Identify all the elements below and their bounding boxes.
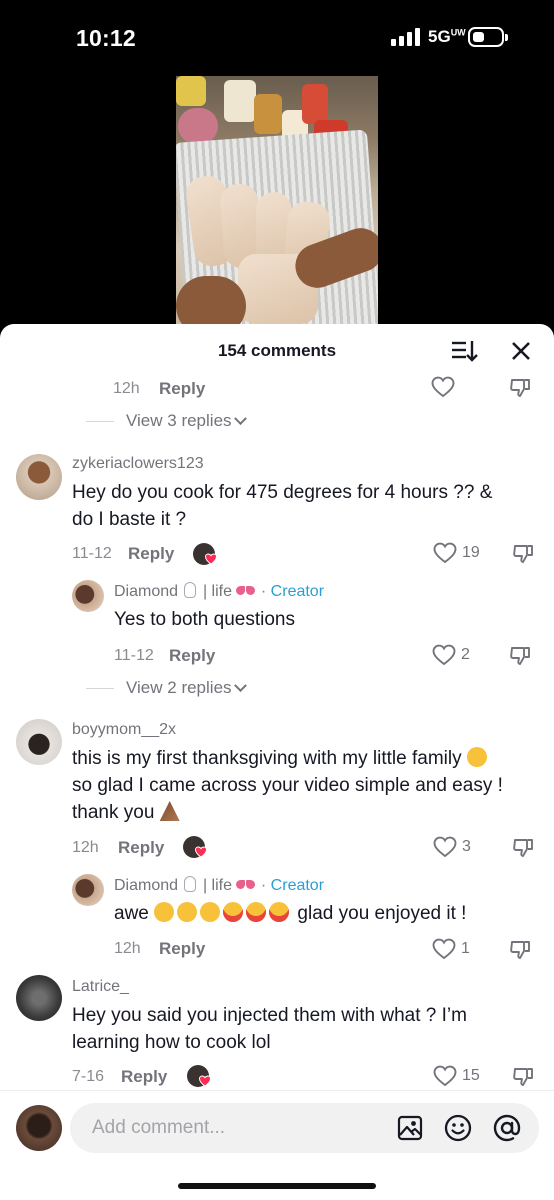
dislike-icon[interactable] bbox=[512, 1066, 534, 1088]
reply-button[interactable]: Reply bbox=[169, 646, 215, 666]
like-button[interactable]: 19 bbox=[433, 542, 480, 564]
video-preview[interactable] bbox=[176, 76, 378, 326]
creator-badge: · Creator bbox=[260, 877, 325, 894]
heart-filled-icon bbox=[205, 553, 217, 565]
chevron-down-icon bbox=[233, 411, 247, 425]
heart-outline-icon bbox=[433, 836, 457, 858]
sort-icon[interactable] bbox=[450, 338, 478, 364]
reply-button[interactable]: Reply bbox=[118, 838, 164, 858]
reply-author[interactable]: Diamond | life · Creator bbox=[114, 876, 324, 895]
dislike-icon[interactable] bbox=[509, 939, 531, 961]
heart-outline-icon[interactable] bbox=[431, 376, 455, 398]
heart-filled-icon bbox=[199, 1075, 211, 1087]
comment-username[interactable]: zykeriaclowers123 bbox=[72, 455, 204, 473]
pleading-face-emoji-icon bbox=[154, 902, 175, 922]
status-time: 10:12 bbox=[76, 25, 136, 51]
chevron-down-icon bbox=[233, 678, 247, 692]
creator-avatar[interactable] bbox=[72, 580, 104, 612]
signal-icon bbox=[391, 28, 421, 46]
like-button[interactable]: 15 bbox=[433, 1065, 480, 1087]
user-avatar[interactable] bbox=[16, 1105, 62, 1151]
close-icon[interactable] bbox=[507, 337, 535, 365]
weary-face-emoji-icon bbox=[466, 747, 487, 767]
heart-outline-icon bbox=[432, 938, 456, 960]
heart-outline-icon bbox=[433, 1065, 457, 1087]
avatar[interactable] bbox=[16, 719, 62, 765]
avatar[interactable] bbox=[16, 975, 62, 1021]
comment-composer: Add comment... bbox=[0, 1090, 554, 1200]
heart-outline-icon bbox=[433, 542, 457, 564]
image-icon[interactable] bbox=[397, 1115, 423, 1141]
creator-badge: · Creator bbox=[260, 583, 325, 600]
dislike-icon[interactable] bbox=[512, 837, 534, 859]
comment-username[interactable]: boyymom__2x bbox=[72, 721, 176, 739]
reply-author[interactable]: Diamond | life · Creator bbox=[114, 582, 324, 601]
dislike-icon[interactable] bbox=[509, 645, 531, 667]
reply-button[interactable]: Reply bbox=[128, 544, 174, 564]
creator-avatar[interactable] bbox=[72, 874, 104, 906]
like-count: 2 bbox=[461, 646, 470, 663]
comment-time: 7-16 bbox=[72, 1068, 105, 1085]
praying-hands-emoji-icon bbox=[159, 801, 180, 821]
like-count: 1 bbox=[461, 940, 470, 957]
ribbon-icon bbox=[236, 585, 256, 597]
comments-sheet: 154 comments 12h Reply View 3 replies zy… bbox=[0, 324, 554, 1200]
heart-eyes-emoji-icon bbox=[223, 902, 244, 922]
comment-text: this is my first thanksgiving with my li… bbox=[72, 747, 503, 823]
dislike-icon[interactable] bbox=[512, 543, 534, 565]
pleading-face-emoji-icon bbox=[177, 902, 198, 922]
comment-time: 12h bbox=[113, 380, 140, 397]
reply-button[interactable]: Reply bbox=[159, 379, 205, 399]
comment-username[interactable]: Latrice_ bbox=[72, 978, 129, 996]
view-replies-button[interactable]: View 2 replies bbox=[86, 678, 247, 698]
comment-time: 11-12 bbox=[72, 545, 112, 562]
like-count: 15 bbox=[462, 1067, 480, 1084]
reply-button[interactable]: Reply bbox=[159, 939, 205, 959]
battery-icon bbox=[468, 27, 508, 47]
like-count: 3 bbox=[462, 838, 471, 855]
hand-emoji-icon bbox=[184, 582, 197, 598]
dislike-icon[interactable] bbox=[509, 377, 531, 399]
ribbon-icon bbox=[236, 879, 256, 891]
network-label: 5GUW bbox=[428, 27, 466, 46]
heart-eyes-emoji-icon bbox=[269, 902, 290, 922]
reply-time: 11-12 bbox=[114, 647, 154, 664]
comment-input-placeholder: Add comment... bbox=[92, 1117, 226, 1138]
like-button[interactable]: 1 bbox=[432, 938, 470, 960]
comment-input[interactable]: Add comment... bbox=[70, 1103, 539, 1153]
home-indicator bbox=[178, 1183, 376, 1189]
heart-eyes-emoji-icon bbox=[246, 902, 267, 922]
heart-outline-icon bbox=[432, 644, 456, 666]
like-button[interactable]: 2 bbox=[432, 644, 470, 666]
like-count: 19 bbox=[462, 544, 480, 561]
view-replies-button[interactable]: View 3 replies bbox=[86, 411, 247, 431]
emoji-icon[interactable] bbox=[444, 1114, 472, 1142]
comment-time: 12h bbox=[72, 839, 99, 856]
hand-emoji-icon bbox=[184, 876, 197, 892]
pleading-face-emoji-icon bbox=[200, 902, 221, 922]
comment-text: Hey do you cook for 475 degrees for 4 ho… bbox=[72, 482, 493, 530]
mention-icon[interactable] bbox=[493, 1114, 521, 1142]
like-button[interactable]: 3 bbox=[433, 836, 471, 858]
reply-time: 12h bbox=[114, 940, 141, 957]
status-bar: 10:12 5GUW bbox=[0, 0, 554, 76]
heart-filled-icon bbox=[195, 846, 207, 858]
reply-button[interactable]: Reply bbox=[121, 1067, 167, 1087]
reply-text: Yes to both questions bbox=[114, 609, 295, 630]
avatar[interactable] bbox=[16, 454, 62, 500]
reply-text: awe glad you enjoyed it ! bbox=[114, 902, 467, 924]
comment-text: Hey you said you injected them with what… bbox=[72, 1005, 467, 1053]
